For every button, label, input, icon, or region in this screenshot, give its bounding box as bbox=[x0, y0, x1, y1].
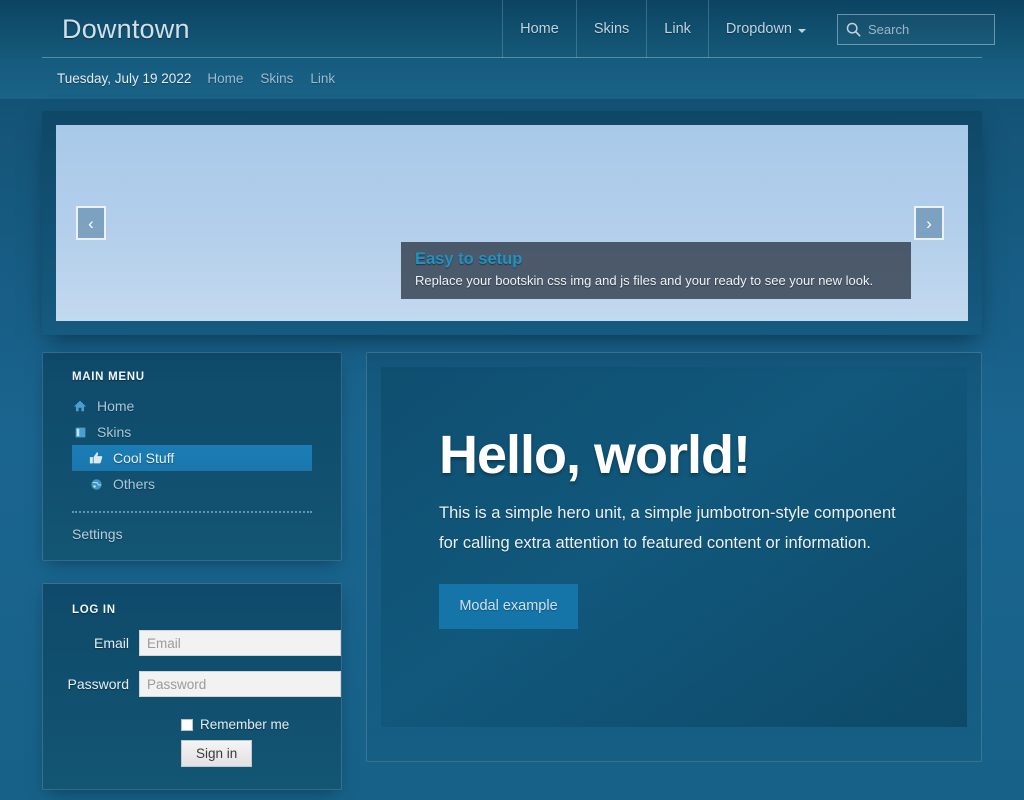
sidebar-item-home[interactable]: Home bbox=[43, 393, 341, 419]
nav-link-dropdown[interactable]: Dropdown bbox=[709, 0, 823, 58]
email-form-row: Email bbox=[43, 630, 341, 656]
subbar-link-home[interactable]: Home bbox=[207, 71, 243, 86]
sidebar-item-cool-stuff[interactable]: Cool Stuff bbox=[72, 445, 312, 471]
chevron-left-icon: ‹ bbox=[88, 213, 94, 233]
login-heading: LOG IN bbox=[72, 604, 116, 616]
main-menu-list: Home Skins Cool Stuff Others bbox=[43, 393, 341, 497]
navbar-right-group: Home Skins Link Dropdown bbox=[502, 0, 1024, 58]
list-item: Home bbox=[43, 393, 341, 419]
top-navbar: Downtown Home Skins Link Dropdown bbox=[0, 0, 1024, 58]
carousel-caption-text: Replace your bootskin css img and js fil… bbox=[415, 273, 874, 288]
main-content-row: MAIN MENU Home Skins Cool Stuff Others S… bbox=[42, 352, 982, 790]
thumbs-up-icon bbox=[88, 450, 104, 466]
search-icon bbox=[846, 22, 861, 37]
carousel-container: ‹ › Easy to setup Replace your bootskin … bbox=[42, 111, 982, 335]
carousel-prev-button[interactable]: ‹ bbox=[76, 206, 106, 240]
primary-nav: Home Skins Link Dropdown bbox=[502, 0, 823, 58]
carousel-caption: Easy to setup Replace your bootskin css … bbox=[401, 242, 911, 299]
subbar-link-link[interactable]: Link bbox=[310, 71, 335, 86]
email-field[interactable] bbox=[139, 630, 341, 656]
page-title: Hello, world! bbox=[439, 425, 751, 485]
sidebar-item-skins[interactable]: Skins bbox=[43, 419, 341, 445]
password-field[interactable] bbox=[139, 671, 341, 697]
carousel: ‹ › Easy to setup Replace your bootskin … bbox=[56, 125, 968, 321]
sidebar-item-label: Others bbox=[113, 476, 156, 492]
nav-link-dropdown-label: Dropdown bbox=[725, 21, 792, 37]
remember-me-label[interactable]: Remember me bbox=[200, 717, 289, 732]
book-icon bbox=[72, 424, 88, 440]
main-menu-heading: MAIN MENU bbox=[72, 371, 145, 383]
list-item: Skins bbox=[43, 419, 341, 445]
list-item: Others bbox=[43, 471, 341, 497]
sidebar-item-label: Home bbox=[97, 398, 135, 414]
search-input[interactable] bbox=[868, 14, 1024, 44]
chevron-right-icon: › bbox=[926, 213, 932, 233]
brand-title[interactable]: Downtown bbox=[62, 15, 190, 43]
home-icon bbox=[72, 398, 88, 414]
nav-link-link[interactable]: Link bbox=[647, 0, 709, 58]
remember-me-checkbox[interactable] bbox=[181, 718, 193, 731]
sidebar-item-settings[interactable]: Settings bbox=[43, 513, 341, 542]
sidebar-item-label: Cool Stuff bbox=[113, 450, 175, 466]
login-panel: LOG IN Email Password Remember me Sign i… bbox=[42, 583, 342, 790]
content-panel: Hello, world! This is a simple hero unit… bbox=[366, 352, 982, 762]
globe-icon bbox=[88, 476, 104, 492]
search-box[interactable] bbox=[837, 13, 1024, 45]
jumbotron: Hello, world! This is a simple hero unit… bbox=[381, 367, 967, 727]
remember-me-row: Remember me bbox=[43, 717, 341, 732]
nav-link-skins[interactable]: Skins bbox=[577, 0, 648, 58]
current-date: Tuesday, July 19 2022 bbox=[57, 71, 192, 86]
jumbotron-text: This is a simple hero unit, a simple jum… bbox=[439, 503, 896, 552]
modal-example-button[interactable]: Modal example bbox=[439, 583, 578, 629]
list-item: Cool Stuff bbox=[43, 445, 341, 471]
carousel-caption-title: Easy to setup bbox=[415, 250, 523, 268]
sidebar-item-label: Skins bbox=[97, 424, 132, 440]
secondary-bar: Tuesday, July 19 2022 Home Skins Link bbox=[0, 58, 1024, 99]
password-form-row: Password bbox=[43, 671, 341, 697]
sidebar: MAIN MENU Home Skins Cool Stuff Others S… bbox=[42, 352, 342, 790]
sidebar-item-others[interactable]: Others bbox=[43, 471, 341, 497]
email-label: Email bbox=[93, 635, 129, 651]
password-label: Password bbox=[67, 676, 129, 692]
nav-link-home[interactable]: Home bbox=[502, 0, 577, 58]
subbar-link-skins[interactable]: Skins bbox=[260, 71, 293, 86]
sign-in-button[interactable]: Sign in bbox=[181, 740, 253, 767]
chevron-down-icon bbox=[798, 29, 806, 33]
main-menu-panel: MAIN MENU Home Skins Cool Stuff Others S… bbox=[42, 352, 342, 561]
carousel-next-button[interactable]: › bbox=[914, 206, 944, 240]
